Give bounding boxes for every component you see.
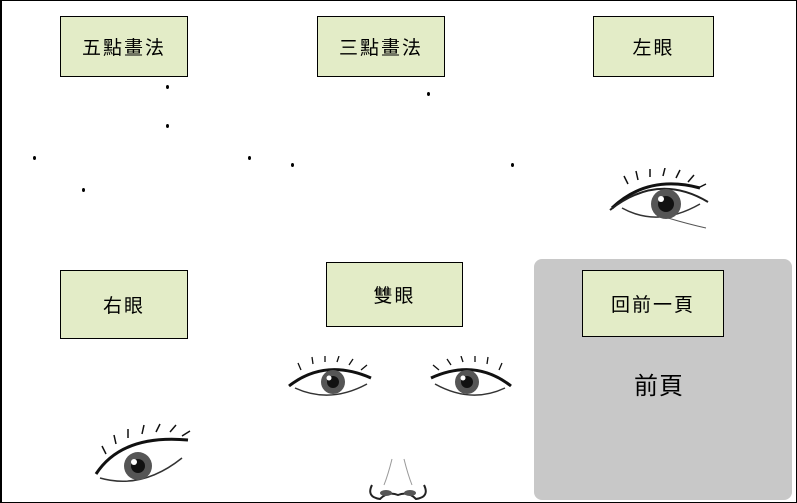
guide-dot — [291, 163, 294, 167]
back-button[interactable]: 回前一頁 — [582, 270, 724, 337]
nose-image — [369, 458, 427, 501]
right-eye-image — [94, 423, 191, 482]
right-eye-button[interactable]: 右眼 — [60, 270, 188, 339]
both-eyes-button[interactable]: 雙眼 — [326, 262, 463, 327]
previous-page-label: 前頁 — [634, 372, 684, 400]
both-eyes-image — [288, 356, 512, 396]
five-point-method-button[interactable]: 五點畫法 — [60, 16, 188, 77]
three-point-method-button[interactable]: 三點畫法 — [317, 16, 445, 77]
left-eye-image — [609, 168, 709, 229]
left-eye-button[interactable]: 左眼 — [593, 16, 714, 77]
guide-dot — [166, 124, 169, 128]
guide-dot — [166, 85, 169, 89]
guide-dot — [511, 163, 514, 167]
guide-dot — [82, 188, 85, 192]
guide-dot — [427, 92, 430, 96]
guide-dot — [33, 156, 36, 160]
guide-dot — [248, 156, 251, 160]
